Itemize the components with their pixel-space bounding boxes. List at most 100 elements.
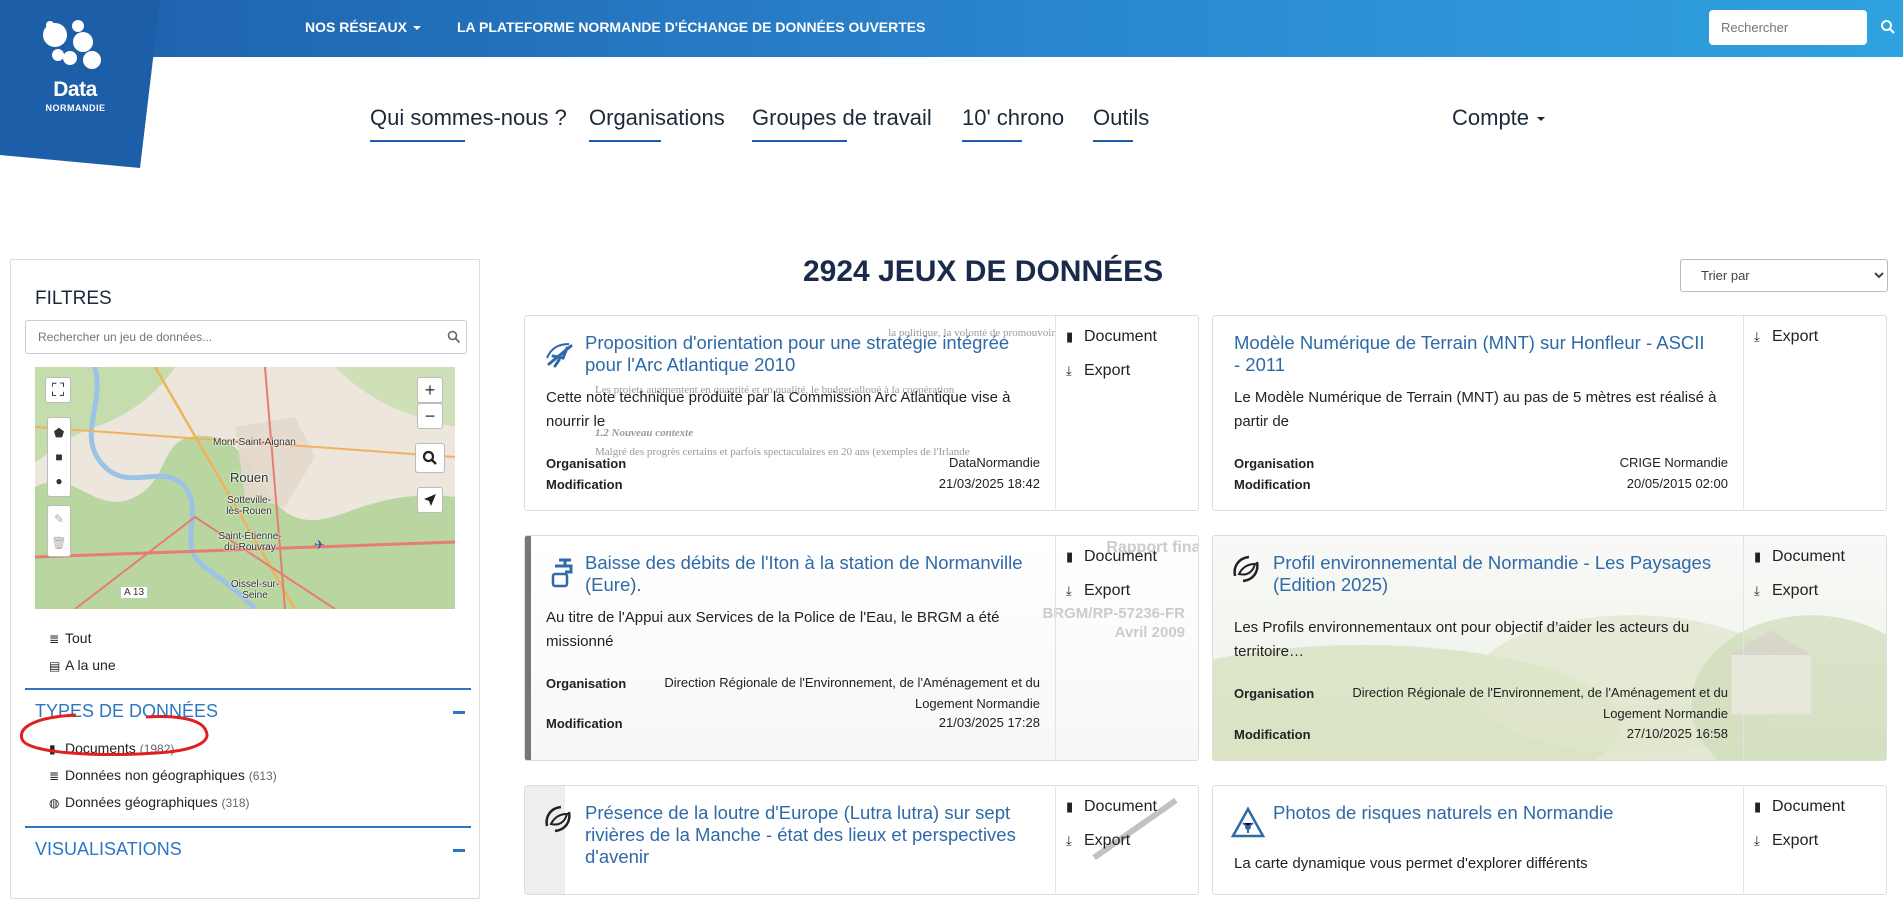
filters-title: FILTRES xyxy=(35,288,112,309)
export-button[interactable]: ⤓ Export xyxy=(1754,328,1818,346)
map-search-icon[interactable] xyxy=(415,443,445,473)
document-label: Document xyxy=(1772,548,1845,565)
filters-sidebar: FILTRES Mont-Saint-Aignan Rouen Sottevil… xyxy=(10,259,480,899)
card-title[interactable]: Profil environnemental de Normandie - Le… xyxy=(1273,552,1728,596)
circle-icon[interactable]: ● xyxy=(55,474,62,488)
card-title[interactable]: Présence de la loutre d'Europe (Lutra lu… xyxy=(585,802,1040,868)
type-count: (613) xyxy=(248,769,277,783)
collapse-icon[interactable] xyxy=(453,711,465,714)
dataset-card[interactable]: Rapport final BRGM/RP-57236-FR Avril 200… xyxy=(524,535,1199,761)
nav-underline xyxy=(589,140,661,142)
map-tiles xyxy=(35,367,455,609)
filter-all[interactable]: ≣ Tout xyxy=(49,630,91,646)
modification-value: 21/03/2025 18:42 xyxy=(938,476,1040,491)
export-button[interactable]: ⤓ Export xyxy=(1066,582,1130,600)
polygon-icon[interactable]: ⬟ xyxy=(54,426,64,440)
document-button[interactable]: ▮ Document xyxy=(1066,548,1157,566)
logo-subtitle: NORMANDIE xyxy=(45,103,106,113)
modification-label: Modification xyxy=(1234,477,1311,492)
collapse-icon[interactable] xyxy=(453,849,465,852)
card-description: Le Modèle Numérique de Terrain (MNT) au … xyxy=(1234,389,1717,430)
document-button[interactable]: ▮ Document xyxy=(1066,798,1157,816)
export-button[interactable]: ⤓ Export xyxy=(1754,582,1818,600)
card-separator xyxy=(1743,316,1744,510)
card-title[interactable]: Modèle Numérique de Terrain (MNT) sur Ho… xyxy=(1234,332,1714,376)
map-label: Sotteville-lès-Rouen xyxy=(226,495,272,517)
nav-item-label: 10' chrono xyxy=(962,105,1065,130)
zoom-out-button[interactable]: − xyxy=(417,403,443,429)
export-button[interactable]: ⤓ Export xyxy=(1066,362,1130,380)
card-description: Au titre de l'Appui aux Services de la P… xyxy=(546,609,1000,650)
export-label: Export xyxy=(1772,582,1819,599)
draw-tools: ⬟ ■ ● xyxy=(47,417,71,497)
document-label: Document xyxy=(1084,548,1157,565)
file-icon: ▮ xyxy=(1066,799,1074,814)
database-icon: ≣ xyxy=(49,632,60,646)
map-label: Rouen xyxy=(230,470,269,485)
nav-item-label: Organisations xyxy=(589,105,725,130)
header-search-input[interactable] xyxy=(1709,10,1867,45)
organisation-value: CRIGE Normandie xyxy=(1619,455,1728,470)
red-annotation xyxy=(19,713,209,756)
dataset-card[interactable]: Profil environnemental de Normandie - Le… xyxy=(1212,535,1887,761)
trash-icon[interactable]: 🗑 xyxy=(51,536,66,550)
organisation-label: Organisation xyxy=(1234,456,1315,471)
export-label: Export xyxy=(1084,832,1131,849)
dataset-card[interactable]: la politique, la volonté de promouvoir L… xyxy=(524,315,1199,511)
nav-item-tools[interactable]: Outils xyxy=(1093,105,1149,142)
account-dropdown[interactable]: Compte xyxy=(1452,105,1546,131)
nav-underline xyxy=(370,140,465,142)
document-button[interactable]: ▮ Document xyxy=(1066,328,1157,346)
dataset-search-input[interactable] xyxy=(25,320,467,354)
card-title[interactable]: Baisse des débits de l'Iton à la station… xyxy=(585,552,1040,596)
nav-underline xyxy=(1093,140,1133,142)
document-button[interactable]: ▮ Document xyxy=(1754,548,1845,566)
document-label: Document xyxy=(1084,328,1157,345)
document-button[interactable]: ▮ Document xyxy=(1754,798,1845,816)
modification-label: Modification xyxy=(546,716,623,731)
type-geo[interactable]: ◍ Données géographiques (318) xyxy=(49,794,249,810)
download-icon: ⤓ xyxy=(1754,583,1760,598)
nav-networks-dropdown[interactable]: NOS RÉSEAUX xyxy=(305,19,421,35)
document-label: Document xyxy=(1084,798,1157,815)
nav-underline xyxy=(962,140,1022,142)
export-button[interactable]: ⤓ Export xyxy=(1754,832,1818,850)
card-separator xyxy=(1743,786,1744,894)
card-title[interactable]: Proposition d'orientation pour une strat… xyxy=(585,332,1040,376)
download-icon: ⤓ xyxy=(1754,329,1760,344)
fullscreen-icon[interactable]: ⛶ xyxy=(45,377,71,403)
file-icon: ▮ xyxy=(1066,549,1074,564)
download-icon: ⤓ xyxy=(1066,363,1072,378)
nav-item-groups[interactable]: Groupes de travail xyxy=(752,105,932,142)
rectangle-icon[interactable]: ■ xyxy=(55,450,62,464)
filter-featured[interactable]: ▤ A la une xyxy=(49,657,116,673)
platform-link[interactable]: LA PLATEFORME NORMANDE D'ÉCHANGE DE DONN… xyxy=(457,19,925,35)
search-icon[interactable] xyxy=(447,330,461,344)
export-button[interactable]: ⤓ Export xyxy=(1066,832,1130,850)
card-title[interactable]: Photos de risques naturels en Normandie xyxy=(1273,802,1728,824)
visualisations-section-title[interactable]: VISUALISATIONS xyxy=(35,839,182,860)
type-non-geo[interactable]: ≣ Données non géographiques (613) xyxy=(49,767,277,783)
card-separator xyxy=(1743,536,1744,760)
card-accent xyxy=(525,536,531,760)
sort-select[interactable]: Trier par xyxy=(1680,259,1888,292)
dataset-card[interactable]: Photos de risques naturels en Normandie … xyxy=(1212,785,1887,895)
site-logo[interactable]: Data NORMANDIE xyxy=(0,0,160,168)
search-icon[interactable] xyxy=(1880,19,1896,35)
modification-value: 21/03/2025 17:28 xyxy=(938,715,1040,730)
nav-item-chrono[interactable]: 10' chrono xyxy=(962,105,1065,142)
zoom-in-button[interactable]: + xyxy=(417,377,443,403)
download-icon: ⤓ xyxy=(1066,583,1072,598)
locate-icon[interactable] xyxy=(417,487,443,513)
organisation-value: Direction Régionale de l'Environnement, … xyxy=(664,675,1040,711)
dataset-card[interactable]: Présence de la loutre d'Europe (Lutra lu… xyxy=(524,785,1199,895)
nav-item-about[interactable]: Qui sommes-nous ? xyxy=(370,105,567,142)
divider xyxy=(25,688,471,690)
edit-icon[interactable]: ✎ xyxy=(54,512,64,526)
dataset-card[interactable]: Modèle Numérique de Terrain (MNT) sur Ho… xyxy=(1212,315,1887,511)
filter-map[interactable]: Mont-Saint-Aignan Rouen Sotteville-lès-R… xyxy=(35,367,455,609)
card-separator xyxy=(1055,536,1056,760)
nav-item-organisations[interactable]: Organisations xyxy=(589,105,725,142)
recycle-leaf-icon xyxy=(1233,555,1259,583)
map-label: A 13 xyxy=(121,587,148,598)
